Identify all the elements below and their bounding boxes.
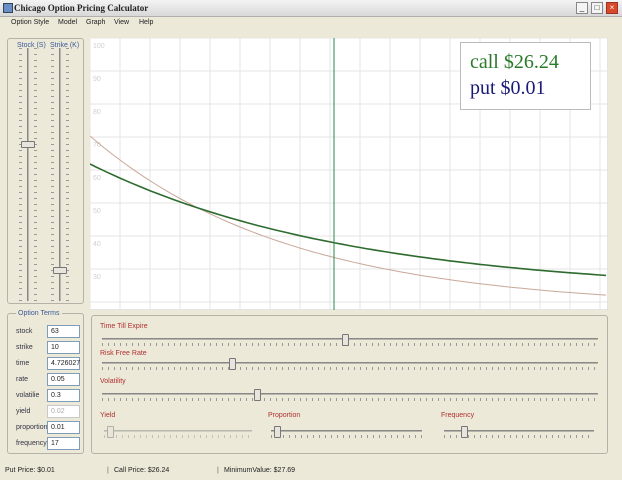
stock-slider-thumb[interactable]: [21, 141, 35, 149]
volatility-slider-thumb[interactable]: [253, 389, 261, 401]
status-bar: Put Price: $0.01 | Call Price: $26.24 | …: [5, 467, 296, 474]
option-terms-title: Option Terms: [16, 310, 62, 317]
field-input-stock[interactable]: 63: [47, 325, 80, 338]
price-display: call $26.24 put $0.01: [460, 42, 591, 110]
field-input-strike[interactable]: 10: [47, 341, 80, 354]
field-label-yield: yield: [16, 408, 31, 415]
strike-slider[interactable]: [51, 48, 69, 301]
y-tick-label: 90: [93, 76, 101, 83]
field-input-rate[interactable]: 0.05: [47, 373, 80, 386]
field-label-proportion: proportion: [16, 424, 48, 431]
field-label-strike: strike: [16, 344, 33, 351]
frequency-slider[interactable]: [444, 426, 594, 440]
close-button[interactable]: ×: [606, 2, 618, 14]
menu-bar: Option Style Model Graph View Help: [0, 17, 622, 30]
y-tick-label: 50: [93, 208, 101, 215]
status-minimum-value: MinimumValue: $27.69: [224, 467, 296, 474]
proportion-slider-label: Proportion: [268, 412, 301, 419]
rate-slider[interactable]: [102, 358, 598, 372]
field-label-time: time: [16, 360, 30, 367]
strike-slider-thumb[interactable]: [53, 266, 67, 274]
volatility-slider[interactable]: [102, 389, 598, 403]
field-input-frequency[interactable]: 17: [47, 437, 80, 450]
status-put-price: Put Price: $0.01: [5, 467, 55, 474]
rate-slider-label: Risk Free Rate: [100, 350, 147, 357]
call-price-text: call $26.24: [470, 51, 559, 73]
field-input-proportion[interactable]: 0.01: [47, 421, 80, 434]
frequency-slider-thumb[interactable]: [461, 426, 469, 438]
stock-slider[interactable]: [19, 48, 37, 301]
y-tick-label: 30: [93, 274, 101, 281]
field-input-time[interactable]: 4.726027: [47, 357, 80, 370]
field-input-volatilie[interactable]: 0.3: [47, 389, 80, 402]
menu-model[interactable]: Model: [58, 19, 77, 26]
time-slider[interactable]: [102, 334, 598, 348]
menu-graph[interactable]: Graph: [86, 19, 105, 26]
y-tick-label: 100: [93, 43, 105, 50]
field-label-volatilie: volatilie: [16, 392, 40, 399]
field-label-stock: stock: [16, 328, 33, 335]
rate-slider-thumb[interactable]: [229, 358, 237, 370]
time-slider-thumb[interactable]: [341, 334, 349, 346]
menu-option-style[interactable]: Option Style: [11, 19, 49, 26]
yield-slider-label: Yield: [100, 412, 116, 419]
window-title: Chicago Option Pricing Calculator: [14, 3, 149, 13]
y-tick-label: 70: [93, 142, 101, 149]
put-price-text: put $0.01: [470, 77, 546, 99]
y-tick-label: 80: [93, 109, 101, 116]
field-label-frequency: frequency: [16, 440, 47, 447]
proportion-slider-thumb[interactable]: [273, 426, 281, 438]
yield-slider[interactable]: [104, 426, 252, 440]
app-icon: [3, 3, 13, 13]
menu-view[interactable]: View: [114, 19, 129, 26]
proportion-slider[interactable]: [271, 426, 422, 440]
yield-slider-thumb[interactable]: [106, 426, 114, 438]
menu-help[interactable]: Help: [139, 19, 153, 26]
time-slider-label: Time Till Expire: [100, 323, 148, 330]
y-tick-label: 40: [93, 241, 101, 248]
maximize-button[interactable]: □: [591, 2, 603, 14]
status-call-price: Call Price: $26.24: [114, 467, 170, 474]
volatility-slider-label: Volatility: [100, 378, 126, 385]
frequency-slider-label: Frequency: [441, 412, 475, 419]
y-tick-label: 60: [93, 175, 101, 182]
minimize-button[interactable]: _: [576, 2, 588, 14]
field-label-rate: rate: [16, 376, 29, 383]
field-input-yield: 0.02: [47, 405, 80, 418]
title-bar: Chicago Option Pricing Calculator _ □ ×: [0, 0, 622, 17]
